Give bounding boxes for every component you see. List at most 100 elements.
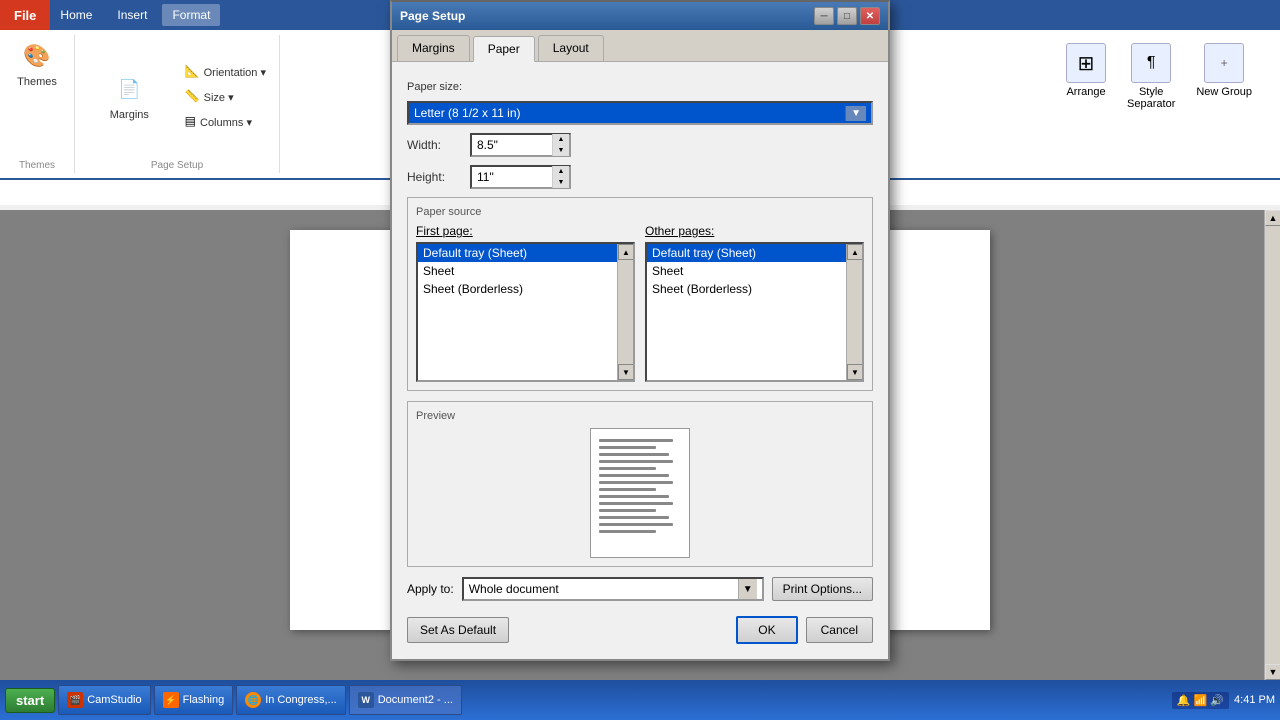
other-pages-scrollbar[interactable]: ▲ ▼ xyxy=(846,244,862,380)
other-pages-scroll-down[interactable]: ▼ xyxy=(847,364,863,380)
sys-tray: 🔔 📶 🔊 xyxy=(1172,692,1229,709)
word-label: Document2 - ... xyxy=(378,694,453,706)
height-label: Height: xyxy=(407,170,462,184)
word-icon: W xyxy=(358,692,374,708)
height-row: Height: ▲ ▼ xyxy=(407,165,873,189)
scroll-track[interactable] xyxy=(1265,226,1280,664)
taskbar-right: 🔔 📶 🔊 4:41 PM xyxy=(1172,692,1275,709)
first-page-item-2[interactable]: Sheet (Borderless) xyxy=(418,280,633,298)
paper-size-value: Letter (8 1/2 x 11 in) xyxy=(414,106,521,120)
themes-label: Themes xyxy=(17,76,57,88)
other-pages-item-1[interactable]: Sheet xyxy=(647,262,862,280)
other-pages-listbox[interactable]: Default tray (Sheet) Sheet Sheet (Border… xyxy=(645,242,864,382)
taskbar-camstudio[interactable]: 🎬 CamStudio xyxy=(58,685,150,715)
tab-margins[interactable]: Margins xyxy=(397,35,470,61)
first-page-item-0[interactable]: Default tray (Sheet) xyxy=(418,244,633,262)
style-separator-icon: ¶ xyxy=(1131,43,1171,83)
orientation-label: Orientation ▾ xyxy=(204,66,266,79)
source-columns: First page: Default tray (Sheet) Sheet S… xyxy=(416,224,864,382)
close-button[interactable]: ✕ xyxy=(860,7,880,25)
menu-home[interactable]: Home xyxy=(50,4,102,26)
taskbar-flashing[interactable]: ⚡ Flashing xyxy=(154,685,234,715)
first-page-item-1[interactable]: Sheet xyxy=(418,262,633,280)
scroll-down-button[interactable]: ▼ xyxy=(1265,664,1280,680)
margins-button[interactable]: 📄 Margins xyxy=(85,68,174,124)
taskbar-browser[interactable]: 🌐 In Congress,... xyxy=(236,685,346,715)
height-spinner[interactable]: ▲ ▼ xyxy=(470,165,571,189)
vertical-scrollbar[interactable]: ▲ ▼ xyxy=(1264,210,1280,680)
other-pages-scroll-up[interactable]: ▲ xyxy=(847,244,863,260)
columns-button[interactable]: ▤ Columns ▾ xyxy=(182,111,269,132)
ok-button[interactable]: OK xyxy=(736,616,797,644)
set-as-default-button[interactable]: Set As Default xyxy=(407,617,509,643)
preview-line-7 xyxy=(599,481,673,484)
first-page-scrollbar[interactable]: ▲ ▼ xyxy=(617,244,633,380)
preview-line-11 xyxy=(599,509,656,512)
page-setup-group: 📄 Margins 📐 Orientation ▾ 📏 Size ▾ ▤ Col… xyxy=(80,35,280,173)
file-menu-button[interactable]: File xyxy=(0,0,50,30)
maximize-button[interactable]: □ xyxy=(837,7,857,25)
tab-paper[interactable]: Paper xyxy=(473,36,535,62)
themes-button[interactable]: 🎨 Themes xyxy=(10,35,64,157)
preview-line-3 xyxy=(599,453,669,456)
new-group-label: New Group xyxy=(1196,86,1252,98)
dialog-content: Paper size: Letter (8 1/2 x 11 in) ▼ Wid… xyxy=(392,62,888,659)
preview-line-2 xyxy=(599,446,656,449)
apply-to-dropdown-button[interactable]: ▼ xyxy=(738,579,757,599)
width-spinner[interactable]: ▲ ▼ xyxy=(470,133,571,157)
camstudio-icon: 🎬 xyxy=(67,692,83,708)
other-pages-item-2[interactable]: Sheet (Borderless) xyxy=(647,280,862,298)
orientation-button[interactable]: 📐 Orientation ▾ xyxy=(182,61,269,82)
dialog-titlebar: Page Setup ─ □ ✕ xyxy=(392,2,888,30)
taskbar-word[interactable]: W Document2 - ... xyxy=(349,685,462,715)
minimize-button[interactable]: ─ xyxy=(814,7,834,25)
apply-to-select[interactable]: Whole document ▼ xyxy=(462,577,764,601)
tab-layout[interactable]: Layout xyxy=(538,35,604,61)
other-pages-item-0[interactable]: Default tray (Sheet) xyxy=(647,244,862,262)
menu-items: Home Insert Format xyxy=(50,4,220,26)
width-up-button[interactable]: ▲ xyxy=(553,134,569,145)
print-options-button[interactable]: Print Options... xyxy=(772,577,873,601)
paper-size-select[interactable]: Letter (8 1/2 x 11 in) ▼ xyxy=(407,101,873,125)
taskbar-time: 4:41 PM xyxy=(1234,694,1275,706)
size-icon: 📏 xyxy=(185,89,200,103)
page-setup-group-label: Page Setup xyxy=(85,157,269,173)
height-down-button[interactable]: ▼ xyxy=(553,177,569,188)
paper-source-label: Paper source xyxy=(416,206,864,218)
scroll-up-button[interactable]: ▲ xyxy=(1265,210,1280,226)
style-separator-button[interactable]: ¶ StyleSeparator xyxy=(1124,40,1178,168)
width-row: Width: ▲ ▼ xyxy=(407,133,873,157)
columns-label: Columns ▾ xyxy=(200,116,252,129)
new-group-button[interactable]: + New Group xyxy=(1193,40,1255,168)
flashing-icon: ⚡ xyxy=(163,692,179,708)
first-page-scroll-up[interactable]: ▲ xyxy=(618,244,634,260)
start-button[interactable]: start xyxy=(5,688,55,713)
preview-section: Preview xyxy=(407,401,873,567)
preview-line-4 xyxy=(599,460,673,463)
menu-format[interactable]: Format xyxy=(162,4,220,26)
dialog-buttons: Set As Default OK Cancel xyxy=(407,611,873,644)
other-pages-col: Other pages: Default tray (Sheet) Sheet … xyxy=(645,224,864,382)
menu-insert[interactable]: Insert xyxy=(107,4,157,26)
height-input[interactable] xyxy=(472,168,552,186)
paper-size-row: Letter (8 1/2 x 11 in) ▼ xyxy=(407,101,873,125)
first-page-col: First page: Default tray (Sheet) Sheet S… xyxy=(416,224,635,382)
first-page-listbox[interactable]: Default tray (Sheet) Sheet Sheet (Border… xyxy=(416,242,635,382)
cancel-button[interactable]: Cancel xyxy=(806,617,873,643)
arrange-button[interactable]: ⊞ Arrange xyxy=(1063,40,1109,168)
browser-label: In Congress,... xyxy=(265,694,337,706)
page-setup-dialog: Page Setup ─ □ ✕ Margins Paper Layout Pa… xyxy=(390,0,890,661)
themes-group-label: Themes xyxy=(10,157,64,173)
sys-tray-icons: 🔔 📶 🔊 xyxy=(1177,694,1224,707)
size-button[interactable]: 📏 Size ▾ xyxy=(182,86,269,107)
width-input[interactable] xyxy=(472,136,552,154)
width-label: Width: xyxy=(407,138,462,152)
preview-page xyxy=(590,428,690,558)
preview-line-12 xyxy=(599,516,669,519)
preview-line-14 xyxy=(599,530,656,533)
width-down-button[interactable]: ▼ xyxy=(553,145,569,156)
apply-to-value: Whole document xyxy=(469,582,559,596)
height-up-button[interactable]: ▲ xyxy=(553,166,569,177)
paper-size-arrow[interactable]: ▼ xyxy=(845,106,866,121)
first-page-scroll-down[interactable]: ▼ xyxy=(618,364,634,380)
